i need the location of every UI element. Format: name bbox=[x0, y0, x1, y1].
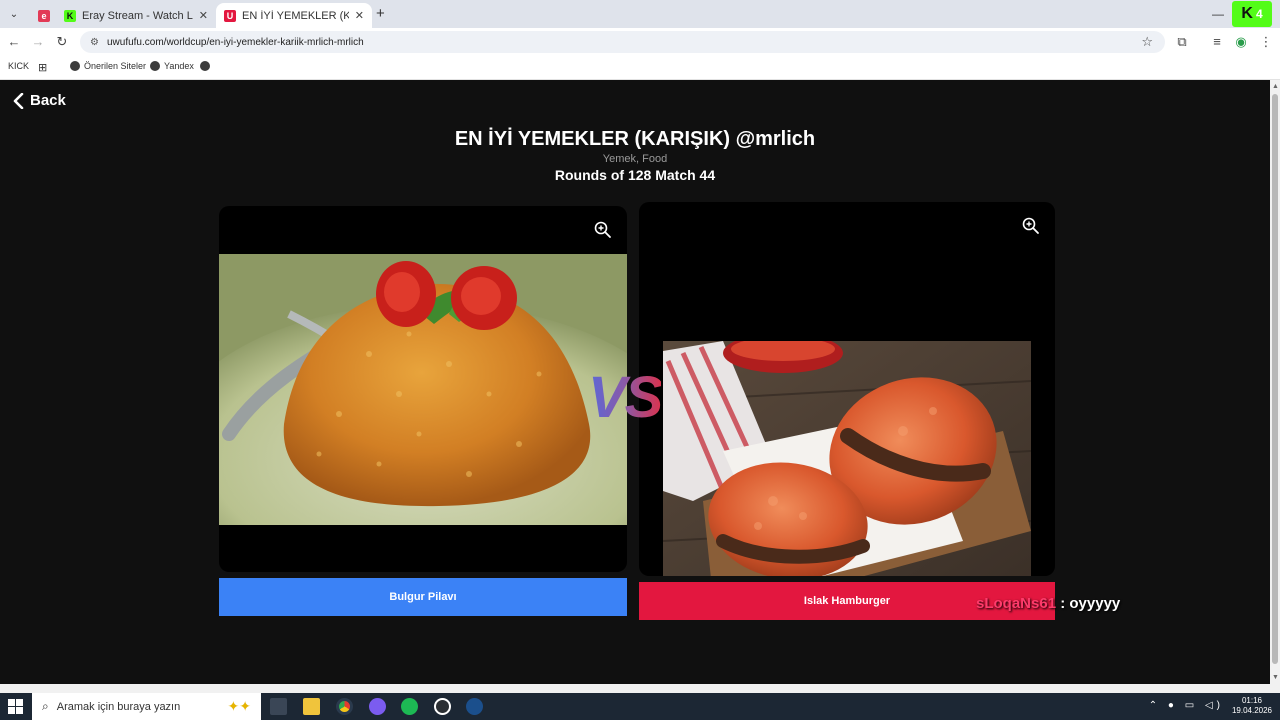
page-content: Back EN İYİ YEMEKLER (KARIŞIK) @mrlich Y… bbox=[0, 80, 1270, 684]
tab-title: EN İYİ YEMEKLER (KARIŞIK) @mrlich bbox=[242, 9, 349, 22]
round-info: Rounds of 128 Match 44 bbox=[554, 167, 716, 183]
globe-icon bbox=[150, 61, 160, 71]
url-field[interactable]: ⚙ uwufufu.com/worldcup/en-iyi-yemekler-k… bbox=[80, 31, 1165, 53]
search-icon: ⌕ bbox=[42, 699, 49, 713]
tab-first[interactable]: e bbox=[30, 3, 54, 28]
windows-taskbar: ⌕ Aramak için buraya yazın ✦✦ ⌃ ● ▭ ◁) 0… bbox=[0, 693, 1280, 720]
system-tray-icons[interactable]: ⌃ ● ▭ ◁) bbox=[1149, 700, 1224, 711]
clock-time: 01:16 bbox=[1241, 696, 1262, 705]
title-block: EN İYİ YEMEKLER (KARIŞIK) @mrlich Yemek,… bbox=[0, 128, 1270, 183]
task-view-icon[interactable] bbox=[270, 698, 287, 715]
tab-favicon-icon: e bbox=[38, 9, 50, 22]
back-label: Back bbox=[30, 92, 66, 109]
stream-overlay-badge: K4 bbox=[1232, 1, 1272, 27]
reload-icon[interactable]: ↻ bbox=[54, 34, 70, 50]
media-control-icon[interactable]: ≡ bbox=[1209, 34, 1225, 50]
zoom-in-icon[interactable] bbox=[1021, 216, 1041, 236]
overlay-badge-count: 4 bbox=[1255, 7, 1263, 21]
scroll-down-icon[interactable]: ▼ bbox=[1272, 674, 1279, 681]
address-bar-row: ← → ↻ ⚙ uwufufu.com/worldcup/en-iyi-yeme… bbox=[0, 28, 1280, 56]
app-icon[interactable] bbox=[434, 698, 451, 715]
scrollbar-thumb[interactable] bbox=[1272, 94, 1278, 664]
choose-bulgur-pilavi-button[interactable]: Bulgur Pilavı bbox=[219, 578, 627, 616]
page-title: EN İYİ YEMEKLER (KARIŞIK) @mrlich bbox=[454, 128, 816, 150]
apps-grid-icon[interactable]: ⊞ bbox=[38, 61, 47, 74]
bookmark-star-icon[interactable]: ☆ bbox=[1141, 34, 1153, 50]
bookmark-onerilen-siteler[interactable]: Önerilen Siteler bbox=[70, 61, 146, 71]
globe-icon bbox=[70, 61, 80, 71]
steam-icon[interactable] bbox=[466, 698, 483, 715]
tab-close-icon[interactable]: ✕ bbox=[355, 9, 364, 22]
window-controls: — K4 bbox=[1212, 0, 1280, 28]
kick-logo-icon: K bbox=[1241, 5, 1253, 22]
right-choice-card[interactable] bbox=[639, 202, 1055, 576]
chat-username: sLoqaNs61 bbox=[976, 595, 1057, 612]
minimize-icon[interactable]: — bbox=[1212, 7, 1224, 21]
left-choice-card[interactable] bbox=[219, 206, 627, 572]
page-subtitle: Yemek, Food bbox=[602, 153, 668, 165]
kick-favicon-icon: K bbox=[64, 9, 76, 22]
horizontal-scrollbar[interactable] bbox=[0, 684, 1280, 693]
tab-uwufufu[interactable]: U EN İYİ YEMEKLER (KARIŞIK) @mrlich ✕ bbox=[216, 3, 372, 28]
more-menu-icon[interactable]: ⋮ bbox=[1258, 34, 1274, 50]
chrome-icon[interactable] bbox=[336, 698, 353, 715]
scroll-up-icon[interactable]: ▲ bbox=[1272, 83, 1279, 90]
chat-message: : oyyyyy bbox=[1056, 595, 1121, 612]
back-arrow-icon[interactable]: ← bbox=[6, 34, 22, 50]
bookmark-yandex[interactable]: Yandex bbox=[150, 61, 194, 71]
tab-bar: ⌄ e K Eray Stream - Watch Live on Kick ✕… bbox=[0, 0, 1280, 28]
windows-start-icon[interactable] bbox=[8, 699, 23, 714]
tab-search-chevron-icon[interactable]: ⌄ bbox=[4, 4, 24, 24]
bookmarks-bar: KICK ⊞ Önerilen Siteler Yandex bbox=[0, 56, 1280, 80]
zoom-in-icon[interactable] bbox=[593, 220, 613, 240]
discord-icon[interactable] bbox=[369, 698, 386, 715]
bookmark-unnamed[interactable] bbox=[200, 61, 214, 71]
islak-hamburger-image[interactable] bbox=[663, 341, 1031, 576]
clock-date: 19.04.2026 bbox=[1231, 706, 1272, 715]
url-text: uwufufu.com/worldcup/en-iyi-yemekler-kar… bbox=[106, 36, 364, 48]
bookmark-label: Yandex bbox=[164, 61, 194, 71]
back-button[interactable]: Back bbox=[12, 92, 66, 109]
taskbar-clock[interactable]: 01:16 19.04.2026 bbox=[1232, 696, 1272, 716]
tab-kick-stream[interactable]: K Eray Stream - Watch Live on Kick ✕ bbox=[56, 3, 216, 28]
globe-icon bbox=[200, 61, 210, 71]
bookmark-label: Önerilen Siteler bbox=[84, 61, 147, 71]
file-explorer-icon[interactable] bbox=[303, 698, 320, 715]
spotify-icon[interactable] bbox=[401, 698, 418, 715]
forward-arrow-icon[interactable]: → bbox=[30, 34, 46, 50]
chevron-left-icon bbox=[13, 92, 24, 109]
vertical-scrollbar[interactable]: ▲ ▼ bbox=[1270, 80, 1280, 684]
uwufufu-favicon-icon: U bbox=[224, 9, 236, 22]
bulgur-pilaf-image[interactable] bbox=[219, 254, 627, 525]
profile-avatar-icon[interactable]: ◉ bbox=[1233, 34, 1249, 50]
search-highlight-icon: ✦✦ bbox=[227, 698, 251, 714]
vs-label: VS bbox=[588, 365, 663, 430]
tab-title: Eray Stream - Watch Live on Kick bbox=[82, 9, 193, 22]
extensions-icon[interactable]: ⧉ bbox=[1174, 34, 1190, 50]
tab-close-icon[interactable]: ✕ bbox=[199, 9, 208, 22]
new-tab-icon[interactable]: + bbox=[376, 5, 385, 22]
site-info-icon[interactable]: ⚙ bbox=[90, 37, 99, 48]
taskbar-search-placeholder: Aramak için buraya yazın bbox=[56, 700, 181, 713]
bookmark-kick[interactable]: KICK bbox=[8, 61, 29, 71]
stream-chat-overlay: sLoqaNs61 : oyyyyy bbox=[976, 595, 1120, 612]
taskbar-search-box[interactable]: ⌕ Aramak için buraya yazın ✦✦ bbox=[32, 693, 261, 720]
